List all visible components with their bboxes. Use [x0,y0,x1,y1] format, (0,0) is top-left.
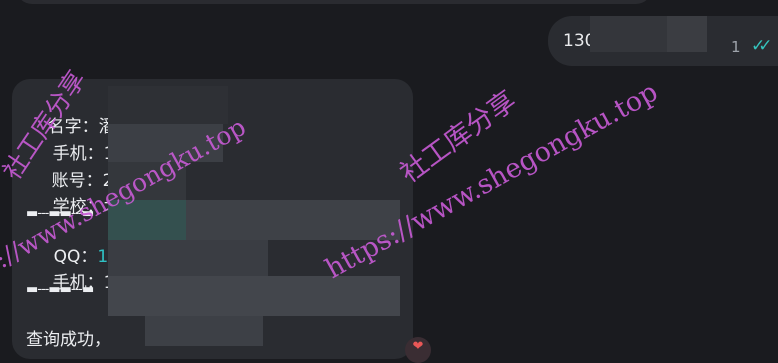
separator-2: ▬---▬▬---▬ [26,282,94,297]
censor-block [108,240,268,276]
message-time: 1 [731,38,741,56]
previous-message-bubble[interactable] [16,0,652,4]
double-check-icon: ✓✓ [751,36,772,56]
censor-block [667,16,707,52]
reaction-heart-icon[interactable]: ❤ [405,337,431,363]
query-result-text: 查询成功， [26,330,111,350]
censor-block [108,276,400,316]
censor-block [108,86,228,124]
censor-block [145,316,263,346]
